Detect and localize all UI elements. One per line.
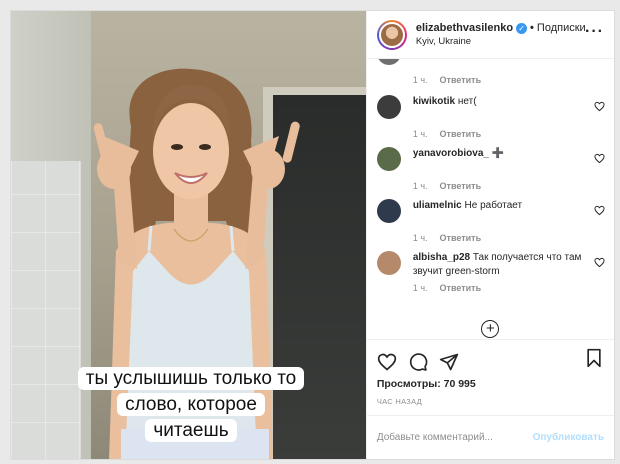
share-icon[interactable] bbox=[439, 352, 459, 372]
commenter-username[interactable]: yanavorobiova_ bbox=[413, 148, 489, 159]
post-video[interactable]: ты услышишь только то слово, которое чит… bbox=[11, 11, 366, 459]
post-actions-bar bbox=[366, 339, 614, 375]
comment-item: albisha_p28 Так получается что там звучи… bbox=[376, 251, 605, 293]
heart-icon[interactable] bbox=[377, 352, 397, 372]
commenter-avatar[interactable] bbox=[376, 251, 401, 275]
instagram-post-window: ты услышишь только то слово, которое чит… bbox=[10, 10, 615, 460]
commenter-avatar[interactable] bbox=[376, 59, 401, 65]
commenter-avatar[interactable] bbox=[376, 95, 401, 119]
caption-line-3: читаешь bbox=[145, 419, 237, 442]
caption-line-1: ты услышишь только то bbox=[77, 367, 305, 390]
comment-item: yanavorobiova_ ➕ 1 ч. Ответить bbox=[376, 147, 605, 191]
comment-time: 1 ч. bbox=[412, 129, 428, 139]
comment-time: 1 ч. bbox=[412, 283, 428, 293]
post-timestamp: ЧАС НАЗАД bbox=[376, 397, 423, 406]
reply-button[interactable]: Ответить bbox=[440, 129, 482, 139]
separator-dot: • bbox=[530, 22, 534, 34]
reply-button[interactable]: Ответить bbox=[440, 181, 482, 191]
comment-input[interactable]: Добавьте комментарий... bbox=[377, 432, 493, 443]
plus-circle-icon[interactable]: + bbox=[481, 320, 500, 338]
comment-time: 1 ч. bbox=[412, 181, 428, 191]
author-username[interactable]: elizabethvasilenko bbox=[416, 22, 513, 34]
post-header: elizabethvasilenko ✓ • Подписки Kyiv, Uk… bbox=[366, 11, 614, 59]
reply-button[interactable]: Ответить bbox=[440, 233, 482, 243]
bookmark-icon[interactable] bbox=[584, 348, 604, 368]
comment-like-heart-icon[interactable] bbox=[594, 257, 605, 268]
commenter-avatar[interactable] bbox=[376, 147, 401, 171]
follow-button[interactable]: Подписки bbox=[537, 22, 586, 34]
comment-like-heart-icon[interactable] bbox=[594, 205, 605, 216]
post-location[interactable]: Kyiv, Ukraine bbox=[416, 36, 586, 47]
comment-item: uliamelnic Не работает 1 ч. Ответить bbox=[376, 199, 605, 243]
commenter-username[interactable]: albisha_p28 bbox=[413, 252, 470, 263]
comment-time: 1 ч. bbox=[412, 75, 428, 85]
comment-item: 1 ч. Ответить bbox=[376, 59, 605, 85]
comment-text: Не работает bbox=[464, 200, 523, 211]
caption-line-2: слово, которое bbox=[117, 393, 265, 416]
comment-item: kiwikotik нет( 1 ч. Ответить bbox=[376, 95, 605, 139]
commenter-username[interactable]: kiwikotik bbox=[413, 96, 455, 107]
comment-composer: Добавьте комментарий... Опубликовать bbox=[366, 415, 614, 459]
video-caption: ты услышишь только то слово, которое чит… bbox=[71, 366, 311, 444]
comment-icon[interactable] bbox=[408, 352, 428, 372]
comments-list[interactable]: 1 ч. Ответить kiwikotik нет( 1 ч. Ответить… bbox=[367, 59, 614, 339]
comment-like-heart-icon[interactable] bbox=[594, 153, 605, 164]
commenter-avatar[interactable] bbox=[376, 199, 401, 223]
verified-badge-icon: ✓ bbox=[516, 22, 528, 34]
publish-button[interactable]: Опубликовать bbox=[533, 432, 604, 443]
reply-button[interactable]: Ответить bbox=[440, 75, 482, 85]
comment-like-heart-icon[interactable] bbox=[594, 101, 605, 112]
post-side-panel: elizabethvasilenko ✓ • Подписки Kyiv, Uk… bbox=[365, 11, 614, 459]
more-options-icon[interactable]: ··· bbox=[585, 24, 604, 40]
reply-button[interactable]: Ответить bbox=[440, 283, 482, 293]
comment-text: нет( bbox=[457, 96, 477, 107]
comment-time: 1 ч. bbox=[412, 233, 428, 243]
commenter-username[interactable]: uliamelnic bbox=[413, 200, 462, 211]
comment-text: ➕ bbox=[491, 148, 505, 159]
author-avatar[interactable] bbox=[376, 19, 407, 50]
views-count[interactable]: Просмотры: 70 995 bbox=[367, 375, 614, 395]
